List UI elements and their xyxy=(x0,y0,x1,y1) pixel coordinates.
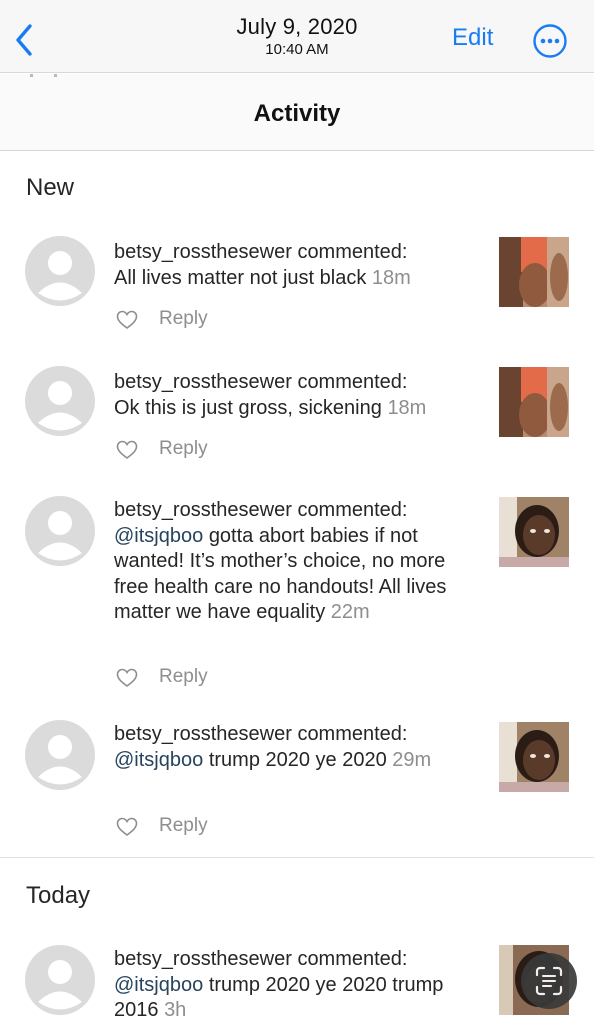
live-text-scan-button[interactable] xyxy=(521,953,577,1009)
comment-body: trump 2020 ye 2020 xyxy=(208,748,387,771)
comment-username[interactable]: betsy_rossthesewer xyxy=(114,499,292,521)
photo-datetime: July 9, 2020 10:40 AM xyxy=(0,14,594,58)
comment-mention[interactable]: @itsjqboo xyxy=(114,525,203,547)
heart-icon[interactable] xyxy=(116,668,138,688)
reply-button[interactable]: Reply xyxy=(159,666,208,688)
comment-text: betsy_rossthesewer commented: @itsjqboo … xyxy=(114,947,480,1024)
comment-text: betsy_rossthesewer commented: Ok this is… xyxy=(114,370,480,421)
photo-date: July 9, 2020 xyxy=(236,14,358,39)
reply-button[interactable]: Reply xyxy=(159,438,208,460)
comment-age: 29m xyxy=(392,748,432,771)
post-thumbnail[interactable] xyxy=(499,367,569,437)
live-text-scan-icon xyxy=(535,966,563,996)
comment-username[interactable]: betsy_rossthesewer xyxy=(114,948,292,970)
edit-button[interactable]: Edit xyxy=(452,24,493,52)
comment-verb: commented: xyxy=(297,948,408,970)
photo-time: 10:40 AM xyxy=(265,41,329,58)
heart-icon[interactable] xyxy=(116,440,138,460)
comment-verb: commented: xyxy=(297,723,408,745)
activity-header: Activity xyxy=(0,74,594,151)
post-thumbnail[interactable] xyxy=(499,722,569,792)
comment-body: All lives matter not just black xyxy=(114,266,367,289)
avatar[interactable] xyxy=(25,496,95,566)
chevron-left-icon[interactable] xyxy=(10,20,40,60)
ellipsis-circle-icon[interactable] xyxy=(532,23,568,59)
comment-verb: commented: xyxy=(297,241,408,263)
comment-username[interactable]: betsy_rossthesewer xyxy=(114,723,292,745)
comment-age: 22m xyxy=(330,601,370,623)
photos-top-bar: July 9, 2020 10:40 AM Edit xyxy=(0,0,594,73)
section-title-today: Today xyxy=(26,882,91,909)
page-title: Activity xyxy=(253,100,341,127)
comment-text: betsy_rossthesewer commented: All lives … xyxy=(114,240,480,291)
comment-username[interactable]: betsy_rossthesewer xyxy=(114,371,292,393)
comment-text: betsy_rossthesewer commented: @itsjqboo … xyxy=(114,498,480,626)
avatar[interactable] xyxy=(25,366,95,436)
comment-age: 18m xyxy=(387,396,427,419)
heart-icon[interactable] xyxy=(116,310,138,330)
post-thumbnail[interactable] xyxy=(499,237,569,307)
comment-body: Ok this is just gross, sickening xyxy=(114,396,382,419)
comment-mention[interactable]: @itsjqboo xyxy=(114,974,203,996)
avatar[interactable] xyxy=(25,720,95,790)
section-title-new: New xyxy=(26,174,75,201)
comment-mention[interactable]: @itsjqboo xyxy=(114,749,203,771)
comment-verb: commented: xyxy=(297,499,408,521)
comment-age: 18m xyxy=(371,266,411,289)
comment-text: betsy_rossthesewer commented: @itsjqboo … xyxy=(114,722,480,773)
reply-button[interactable]: Reply xyxy=(159,308,208,330)
comment-username[interactable]: betsy_rossthesewer xyxy=(114,241,292,263)
heart-icon[interactable] xyxy=(116,817,138,837)
comment-age: 3h xyxy=(164,999,187,1021)
comment-verb: commented: xyxy=(297,371,408,393)
section-divider xyxy=(0,857,594,858)
post-thumbnail[interactable] xyxy=(499,497,569,567)
cropped-status-marks xyxy=(30,74,57,77)
avatar[interactable] xyxy=(25,236,95,306)
reply-button[interactable]: Reply xyxy=(159,815,208,837)
avatar[interactable] xyxy=(25,945,95,1015)
